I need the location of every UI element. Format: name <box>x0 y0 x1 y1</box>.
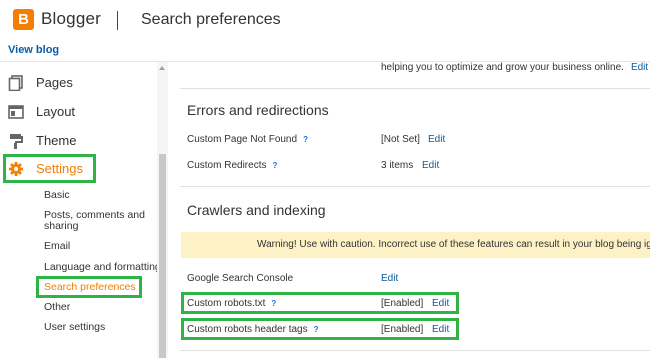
help-icon[interactable]: ? <box>272 161 277 170</box>
warning-text: Warning! Use with caution. Incorrect use… <box>257 239 650 250</box>
settings-sub-language[interactable]: Language and formatting <box>44 261 161 273</box>
settings-sub-posts-line2[interactable]: sharing <box>44 220 78 232</box>
help-icon[interactable]: ? <box>303 135 308 144</box>
custom-robots-txt-edit[interactable]: Edit <box>432 298 449 309</box>
sidebar-item-pages[interactable]: Pages <box>8 73 148 93</box>
sidebar-item-settings[interactable]: Settings <box>8 159 148 179</box>
custom-redirects-label: Custom Redirects? <box>187 160 277 171</box>
custom-redirects-value: 3 items <box>381 160 414 171</box>
section-divider <box>180 350 650 351</box>
sidebar-item-layout[interactable]: Layout <box>8 102 148 122</box>
business-snippet: helping you to optimize and grow your bu… <box>381 62 648 73</box>
row-label-text: Custom Redirects <box>187 160 267 171</box>
crawlers-section-title: Crawlers and indexing <box>187 202 326 218</box>
row-label-text: Custom robots.txt <box>187 298 266 309</box>
sidebar-item-label: Pages <box>36 75 73 90</box>
pages-icon <box>8 75 23 91</box>
warning-banner: Warning! Use with caution. Incorrect use… <box>181 232 650 258</box>
sidebar-scrollbar[interactable] <box>157 62 168 358</box>
custom-robots-txt-value: [Enabled] <box>381 298 424 309</box>
header-divider <box>117 11 118 30</box>
snippet-edit-link[interactable]: Edit <box>631 62 648 73</box>
errors-section-title: Errors and redirections <box>187 102 329 118</box>
settings-sub-basic[interactable]: Basic <box>44 189 70 201</box>
custom-page-not-found-value: [Not Set] <box>381 134 420 145</box>
custom-redirects-edit[interactable]: Edit <box>422 160 439 171</box>
view-blog-bar: View blog <box>0 42 650 62</box>
gear-icon <box>9 162 23 176</box>
sidebar-item-label: Settings <box>36 161 83 176</box>
sidebar-item-label: Layout <box>36 104 76 119</box>
scrollbar-thumb[interactable] <box>159 154 166 358</box>
help-icon[interactable]: ? <box>314 325 319 334</box>
settings-sub-search-preferences[interactable]: Search preferences <box>44 281 136 293</box>
settings-sub-email[interactable]: Email <box>44 240 70 252</box>
settings-sub-other[interactable]: Other <box>44 301 70 313</box>
brand-name[interactable]: Blogger <box>41 9 101 29</box>
section-divider <box>180 186 650 187</box>
blogger-logo-icon[interactable]: B <box>13 9 34 30</box>
google-search-console-edit[interactable]: Edit <box>381 273 398 284</box>
custom-robots-header-tags-label: Custom robots header tags? <box>187 324 319 335</box>
settings-sub-user-settings[interactable]: User settings <box>44 321 105 333</box>
section-divider <box>180 88 650 89</box>
google-search-console-label: Google Search Console <box>187 273 294 284</box>
scroll-up-arrow-icon[interactable] <box>159 66 165 70</box>
sidebar-item-label: Theme <box>36 133 77 148</box>
custom-robots-header-tags-edit[interactable]: Edit <box>432 324 449 335</box>
theme-icon <box>10 134 23 149</box>
row-label-text: Custom robots header tags <box>187 324 308 335</box>
custom-page-not-found-label: Custom Page Not Found? <box>187 134 308 145</box>
layout-icon <box>8 105 24 119</box>
help-icon[interactable]: ? <box>271 299 276 308</box>
view-blog-link[interactable]: View blog <box>8 44 59 56</box>
top-bar: B Blogger Search preferences <box>0 0 650 42</box>
snippet-text: helping you to optimize and grow your bu… <box>381 62 624 73</box>
custom-robots-header-tags-value: [Enabled] <box>381 324 424 335</box>
sidebar-item-theme[interactable]: Theme <box>8 131 148 151</box>
custom-robots-txt-label: Custom robots.txt? <box>187 298 276 309</box>
custom-page-not-found-edit[interactable]: Edit <box>428 134 445 145</box>
row-label-text: Custom Page Not Found <box>187 134 298 145</box>
page-title: Search preferences <box>141 11 281 28</box>
